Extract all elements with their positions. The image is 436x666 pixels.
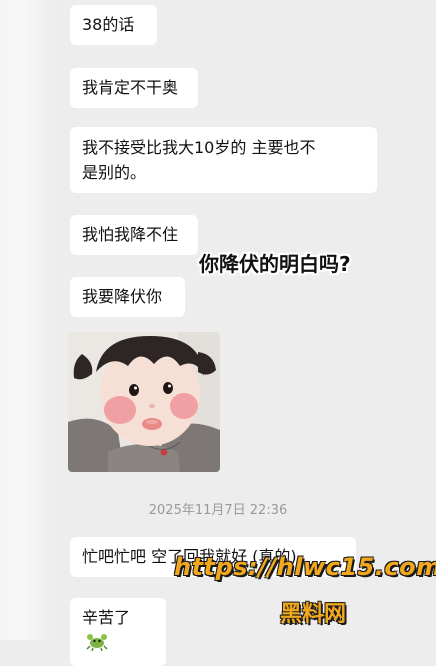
message-bubble[interactable]: 我要降伏你 [70, 277, 185, 317]
message-text: 我要降伏你 [82, 287, 163, 306]
blurred-left-strip [0, 0, 58, 640]
message-bubble[interactable]: 我怕我降不住 [70, 215, 198, 255]
message-bubble[interactable]: 辛苦了 [70, 598, 166, 666]
message-text-line: 我不接受比我大10岁的 主要也不 [82, 138, 316, 157]
message-bubble[interactable]: 我肯定不干奥 [70, 68, 198, 108]
timestamp: 2025年11月7日 22:36 [148, 503, 288, 518]
message-text: 辛苦了 [82, 608, 131, 627]
watermark-name: 黑料网 [280, 602, 347, 627]
message-bubble[interactable]: 我不接受比我大10岁的 主要也不 是别的。 [70, 127, 377, 193]
watermark-url: https://hlwc15.com [174, 553, 436, 581]
child-photo-illustration [68, 332, 220, 472]
child-photo[interactable] [68, 332, 220, 472]
message-bubble[interactable]: 38的话 [70, 5, 157, 45]
message-text: 我怕我降不住 [82, 225, 179, 244]
message-text-line: 是别的。 [82, 163, 147, 182]
message-text: 38的话 [82, 15, 135, 34]
crab-emoji-icon [86, 631, 108, 659]
message-text: 我肯定不干奥 [82, 78, 179, 97]
overlay-caption: 你降伏的明白吗? [199, 252, 351, 276]
